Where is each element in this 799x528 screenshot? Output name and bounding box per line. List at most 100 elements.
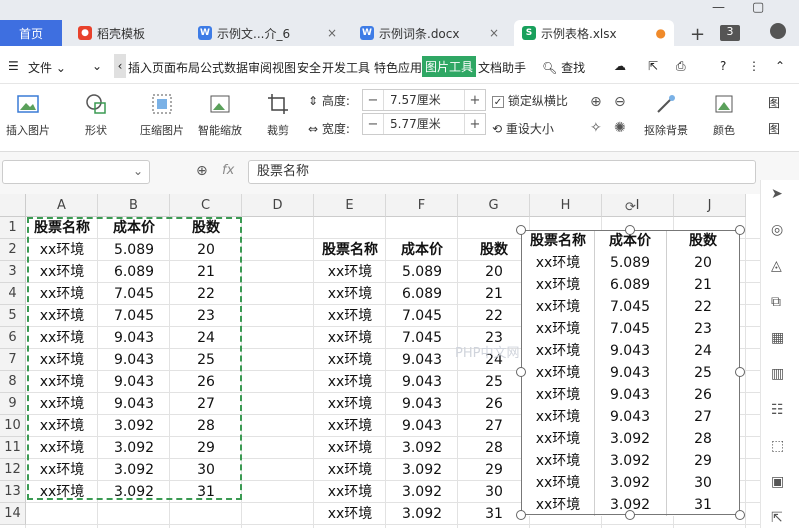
row-header-14[interactable]: 14: [0, 503, 26, 525]
minimize-icon[interactable]: —: [712, 0, 725, 15]
shares-cell[interactable]: 28: [458, 437, 530, 459]
chevron-down-icon[interactable]: ⌄: [133, 164, 143, 178]
shares-cell[interactable]: 27: [458, 415, 530, 437]
name-cell[interactable]: xx环境: [314, 371, 386, 393]
price-cell[interactable]: 3.092: [386, 437, 458, 459]
reset-size-button[interactable]: ⟲ 重设大小: [492, 120, 554, 137]
decrement-icon[interactable]: −: [363, 93, 383, 108]
resize-handle[interactable]: [516, 225, 526, 235]
name-cell[interactable]: xx环境: [314, 327, 386, 349]
hamburger-icon[interactable]: ☰: [8, 59, 19, 73]
close-icon[interactable]: ×: [327, 26, 337, 40]
search-button[interactable]: 🔍︎ 查找: [542, 59, 585, 76]
avatar[interactable]: [770, 23, 786, 39]
picture-object[interactable]: [521, 230, 740, 515]
effects-icon[interactable]: ✺: [614, 120, 626, 136]
price-cell[interactable]: 3.092: [386, 503, 458, 525]
header-cell[interactable]: 成本价: [386, 239, 458, 261]
menu-formula[interactable]: 公式: [200, 59, 224, 76]
resize-handle[interactable]: [625, 510, 635, 520]
rotate-left-icon[interactable]: ⊕: [590, 94, 602, 110]
column-header-E[interactable]: E: [314, 194, 386, 217]
column-header-B[interactable]: B: [98, 194, 170, 217]
flip-icon[interactable]: ✧: [590, 120, 602, 136]
shape-button[interactable]: 形状: [84, 92, 108, 138]
row-header-4[interactable]: 4: [0, 283, 26, 305]
column-header-G[interactable]: G: [458, 194, 530, 217]
menu-security[interactable]: 安全: [297, 59, 321, 76]
price-cell[interactable]: 5.089: [386, 261, 458, 283]
width-stepper[interactable]: − 5.77厘米 +: [362, 113, 486, 135]
price-cell[interactable]: 7.045: [386, 305, 458, 327]
print-icon[interactable]: ⎙: [676, 59, 686, 74]
name-cell[interactable]: xx环境: [314, 261, 386, 283]
price-cell[interactable]: 3.092: [386, 459, 458, 481]
cloud-sync-icon[interactable]: ☁: [614, 59, 626, 73]
menu-data[interactable]: 数据: [224, 59, 248, 76]
name-box[interactable]: ⌄: [2, 160, 150, 184]
more-picture-button[interactable]: 图: [768, 94, 780, 111]
row-header-8[interactable]: 8: [0, 371, 26, 393]
name-cell[interactable]: xx环境: [314, 459, 386, 481]
more-picture-button-2[interactable]: 图: [768, 120, 780, 137]
menu-page-layout[interactable]: 页面布局: [152, 59, 200, 76]
collapse-ribbon-icon[interactable]: ⌃: [775, 59, 785, 73]
name-cell[interactable]: xx环境: [314, 481, 386, 503]
shares-cell[interactable]: 21: [458, 283, 530, 305]
tab-count-badge[interactable]: 3: [720, 25, 740, 41]
name-cell[interactable]: xx环境: [314, 415, 386, 437]
row-header-10[interactable]: 10: [0, 415, 26, 437]
column-header-I[interactable]: I: [602, 194, 674, 217]
shares-cell[interactable]: 30: [458, 481, 530, 503]
smart-zoom-button[interactable]: 智能缩放: [198, 92, 242, 138]
help-icon[interactable]: ?: [720, 59, 726, 73]
resize-handle[interactable]: [516, 510, 526, 520]
row-header-7[interactable]: 7: [0, 349, 26, 371]
column-header-C[interactable]: C: [170, 194, 242, 217]
increment-icon[interactable]: +: [465, 117, 485, 132]
close-icon[interactable]: ×: [489, 26, 499, 40]
layers-icon[interactable]: ⧉: [771, 294, 789, 312]
name-cell[interactable]: xx环境: [314, 437, 386, 459]
new-tab-button[interactable]: +: [690, 24, 705, 45]
price-cell[interactable]: 9.043: [386, 371, 458, 393]
compress-picture-button[interactable]: 压缩图片: [140, 92, 184, 138]
height-stepper[interactable]: − 7.57厘米 +: [362, 89, 486, 111]
tab-doc-example[interactable]: W 示例文...介_6 ×: [190, 20, 345, 46]
formula-input[interactable]: 股票名称: [248, 160, 756, 184]
scroll-left-icon[interactable]: ‹: [114, 54, 126, 78]
resize-handle[interactable]: [735, 367, 745, 377]
restore-icon[interactable]: ▢: [752, 0, 764, 15]
fx-icon[interactable]: fx: [222, 163, 234, 178]
apps-icon[interactable]: ▦: [771, 330, 789, 348]
row-header-3[interactable]: 3: [0, 261, 26, 283]
menu-review[interactable]: 审阅: [248, 59, 272, 76]
insert-picture-button[interactable]: 插入图片: [6, 92, 50, 138]
share-out-icon[interactable]: ⇱: [771, 510, 789, 528]
lock-ratio-checkbox[interactable]: ✓ 锁定纵横比: [492, 92, 568, 109]
settings-sliders-icon[interactable]: ☷: [771, 402, 789, 420]
row-header-13[interactable]: 13: [0, 481, 26, 503]
tab-docer[interactable]: ● 稻壳模板: [70, 20, 190, 46]
header-cell[interactable]: 股票名称: [314, 239, 386, 261]
tab-home[interactable]: 首页: [0, 20, 62, 46]
tab-xlsx-example[interactable]: S 示例表格.xlsx ●: [514, 20, 674, 46]
name-cell[interactable]: xx环境: [314, 305, 386, 327]
shares-cell[interactable]: 22: [458, 305, 530, 327]
name-cell[interactable]: xx环境: [314, 283, 386, 305]
gallery-icon[interactable]: ▣: [771, 474, 789, 492]
price-cell[interactable]: 3.092: [386, 481, 458, 503]
increment-icon[interactable]: +: [465, 93, 485, 108]
menu-special[interactable]: 特色应用: [374, 59, 422, 76]
name-cell[interactable]: xx环境: [314, 503, 386, 525]
decrement-icon[interactable]: −: [363, 117, 383, 132]
shares-cell[interactable]: 26: [458, 393, 530, 415]
file-menu[interactable]: 文件 ⌄: [28, 59, 66, 76]
row-header-1[interactable]: 1: [0, 217, 26, 239]
rotate-handle-icon[interactable]: ⟳: [625, 200, 636, 215]
name-cell[interactable]: xx环境: [314, 349, 386, 371]
resize-handle[interactable]: [735, 225, 745, 235]
chevron-down-icon[interactable]: ⌄: [92, 59, 102, 73]
unsaved-dot-icon[interactable]: ●: [656, 26, 666, 40]
menu-doc-assistant[interactable]: 文档助手: [478, 59, 526, 76]
